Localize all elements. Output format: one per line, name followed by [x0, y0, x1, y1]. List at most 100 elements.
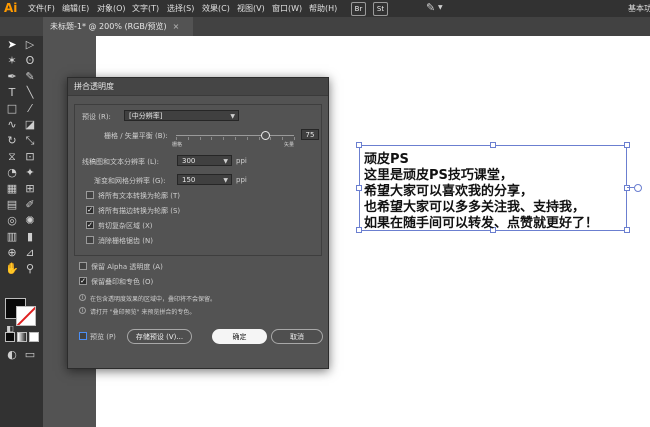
slider-tick	[176, 137, 177, 140]
perspective-grid-icon[interactable]: ▦	[4, 182, 20, 196]
line-res-field[interactable]: 300 ▼	[177, 155, 232, 166]
resize-handle[interactable]	[624, 227, 630, 233]
blend-tool-icon[interactable]: ◎	[4, 214, 20, 228]
line-tool-icon[interactable]: ╲	[22, 86, 38, 100]
shape-builder-icon[interactable]: ◔	[4, 166, 20, 180]
option-checkbox[interactable]	[86, 236, 94, 244]
hand-tool-icon[interactable]: ✋	[4, 262, 20, 276]
eyedropper-icon[interactable]: ✐	[22, 198, 38, 212]
direct-selection-tool-icon[interactable]: ▷	[22, 38, 38, 52]
ok-button[interactable]: 确定	[212, 329, 267, 344]
lasso-icon[interactable]: ʘ	[22, 54, 38, 68]
slider-label: 栅格 / 矢量平衡 (B):	[104, 132, 168, 140]
dialog-title: 拼合透明度	[68, 78, 328, 96]
width-tool-icon[interactable]: ⧖	[4, 150, 20, 164]
graph-tool-icon[interactable]: ▥	[4, 230, 20, 244]
eraser-icon[interactable]: ◪	[22, 118, 38, 132]
paintbrush-icon[interactable]: ⁄	[22, 102, 38, 116]
menu-effect[interactable]: 效果(C)	[202, 3, 230, 14]
option-label: 将所有文本转换为轮廓 (T)	[98, 192, 180, 200]
option-label: 将所有描边转换为轮廓 (S)	[98, 207, 181, 215]
preset-value: [中分辨率]	[129, 112, 163, 120]
gradient-res-label: 渐变和网格分辨率 (G):	[94, 177, 166, 185]
draw-mode-icon[interactable]: ◐	[4, 348, 20, 362]
preset-dropdown[interactable]: [中分辨率] ▼	[124, 110, 239, 121]
workspace-switcher[interactable]: 基本功	[628, 3, 650, 14]
none-mode-icon[interactable]	[29, 332, 39, 342]
preview-checkbox[interactable]	[79, 332, 87, 340]
gradient-tool-icon[interactable]: ▤	[4, 198, 20, 212]
slider-tick	[247, 137, 248, 140]
gradient-mode-icon[interactable]	[17, 332, 27, 342]
curvature-tool-icon[interactable]: ✎	[22, 70, 38, 84]
selection-tool-icon[interactable]: ➤	[4, 38, 20, 52]
preview-label: 预览 (P)	[90, 333, 116, 341]
mesh-tool-icon[interactable]: ⊞	[22, 182, 38, 196]
brush-icon[interactable]: ✎	[426, 1, 435, 14]
save-preset-button[interactable]: 存储预设 (V)...	[127, 329, 192, 344]
option-checkbox[interactable]	[86, 191, 94, 199]
menu-help[interactable]: 帮助(H)	[309, 3, 337, 14]
free-transform-icon[interactable]: ⊡	[22, 150, 38, 164]
balance-value-field[interactable]: 75	[301, 129, 319, 140]
flatten-transparency-dialog: 拼合透明度 预设 (R): [中分辨率] ▼ 栅格 / 矢量平衡 (B): 75 …	[67, 77, 329, 369]
cancel-button[interactable]: 取消	[271, 329, 323, 344]
shaper-tool-icon[interactable]: ∿	[4, 118, 20, 132]
preserve-alpha-checkbox[interactable]	[79, 262, 87, 270]
resize-handle[interactable]	[624, 142, 630, 148]
menu-file[interactable]: 文件(F)	[28, 3, 55, 14]
artboard-tool-icon[interactable]: ⊕	[4, 246, 20, 260]
gradient-res-field[interactable]: 150 ▼	[177, 174, 232, 185]
menu-object[interactable]: 对象(O)	[97, 3, 126, 14]
slider-max-label: 矢量	[284, 142, 295, 148]
text-out-port[interactable]	[634, 184, 642, 192]
slider-tick	[282, 137, 283, 140]
menu-type[interactable]: 文字(T)	[132, 3, 159, 14]
tools-panel: ➤ ▷ ✶ ʘ ✒ ✎ T ╲ □ ⁄ ∿ ◪ ↻ ⤡ ⧖ ⊡ ◔ ✦ ▦ ⊞ …	[0, 36, 43, 427]
scale-tool-icon[interactable]: ⤡	[22, 134, 38, 148]
balance-slider-knob[interactable]	[261, 131, 270, 140]
rectangle-tool-icon[interactable]: □	[4, 102, 20, 116]
preset-label: 预设 (R):	[82, 113, 111, 121]
column-graph-icon[interactable]: ▮	[22, 230, 38, 244]
resize-handle[interactable]	[490, 142, 496, 148]
close-icon[interactable]: ×	[173, 22, 180, 31]
menu-edit[interactable]: 编辑(E)	[62, 3, 89, 14]
symbol-sprayer-icon[interactable]: ✺	[22, 214, 38, 228]
option-checkbox[interactable]: ✓	[86, 206, 94, 214]
menu-select[interactable]: 选择(S)	[167, 3, 194, 14]
info-icon: i	[79, 294, 86, 301]
slice-tool-icon[interactable]: ⊿	[22, 246, 38, 260]
document-tab-title: 未标题-1* @ 200% (RGB/预览)	[50, 22, 167, 31]
preserve-overprint-checkbox[interactable]: ✓	[79, 277, 87, 285]
color-mode-icon[interactable]	[5, 332, 15, 342]
chevron-down-icon[interactable]: ▼	[438, 4, 443, 11]
balance-slider-track[interactable]	[176, 135, 294, 136]
rotate-tool-icon[interactable]: ↻	[4, 134, 20, 148]
option-checkbox[interactable]: ✓	[86, 221, 94, 229]
bridge-button[interactable]: Br	[351, 2, 366, 16]
app-logo: Ai	[4, 1, 18, 15]
option-label: 消除栅格锯齿 (N)	[98, 237, 153, 245]
unit-label: ppi	[236, 157, 247, 165]
screen-mode-icon[interactable]: ▭	[22, 348, 38, 362]
zoom-tool-icon[interactable]: ⚲	[22, 262, 38, 276]
menu-window[interactable]: 窗口(W)	[272, 3, 302, 14]
magic-wand-icon[interactable]: ✶	[4, 54, 20, 68]
resize-handle[interactable]	[356, 142, 362, 148]
unit-label: ppi	[236, 176, 247, 184]
pen-tool-icon[interactable]: ✒	[4, 70, 20, 84]
selected-text-block[interactable]: 顽皮PS 这里是顽皮PS技巧课堂， 希望大家可以喜欢我的分享， 也希望大家可以多…	[356, 142, 642, 233]
slider-tick	[200, 137, 201, 140]
resize-handle[interactable]	[356, 185, 362, 191]
slider-tick	[294, 137, 295, 140]
stroke-swatch[interactable]	[16, 306, 36, 326]
live-paint-icon[interactable]: ✦	[22, 166, 38, 180]
document-tab[interactable]: 未标题-1* @ 200% (RGB/预览) ×	[43, 17, 193, 36]
resize-handle[interactable]	[356, 227, 362, 233]
type-tool-icon[interactable]: T	[4, 86, 20, 100]
menu-view[interactable]: 视图(V)	[237, 3, 265, 14]
resize-handle[interactable]	[624, 185, 630, 191]
stock-button[interactable]: St	[373, 2, 388, 16]
chevron-down-icon: ▼	[223, 158, 228, 165]
